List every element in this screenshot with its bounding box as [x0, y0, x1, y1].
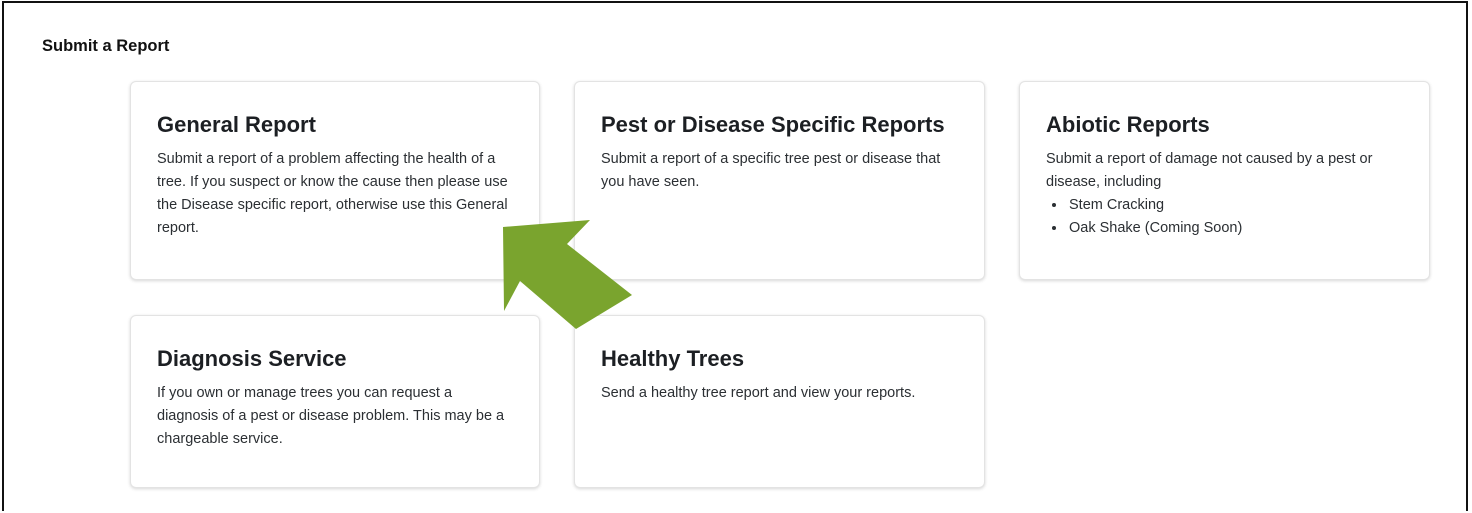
general-report-description: Submit a report of a problem affecting t…	[157, 151, 508, 236]
healthy-trees-description: Send a healthy tree report and view your…	[601, 385, 916, 401]
list-item: Oak Shake (Coming Soon)	[1067, 217, 1403, 240]
healthy-trees-card[interactable]: Healthy Trees Send a healthy tree report…	[574, 315, 985, 488]
diagnosis-service-description: If you own or manage trees you can reque…	[157, 385, 505, 447]
pest-disease-report-card[interactable]: Pest or Disease Specific Reports Submit …	[574, 81, 985, 280]
abiotic-reports-card[interactable]: Abiotic Reports Submit a report of damag…	[1019, 81, 1430, 280]
general-report-title: General Report	[157, 112, 316, 137]
healthy-trees-title: Healthy Trees	[601, 346, 745, 371]
page-title: Submit a Report	[42, 37, 170, 55]
general-report-card[interactable]: General Report Submit a report of a prob…	[130, 81, 540, 280]
list-item: Stem Cracking	[1067, 194, 1403, 217]
pest-disease-report-description: Submit a report of a specific tree pest …	[601, 151, 941, 190]
abiotic-reports-description: Submit a report of damage not caused by …	[1046, 151, 1373, 190]
diagnosis-service-title: Diagnosis Service	[157, 346, 347, 371]
pest-disease-report-title: Pest or Disease Specific Reports	[601, 112, 945, 137]
abiotic-reports-title: Abiotic Reports	[1046, 112, 1210, 137]
abiotic-reports-list: Stem Cracking Oak Shake (Coming Soon)	[1046, 194, 1403, 240]
diagnosis-service-card[interactable]: Diagnosis Service If you own or manage t…	[130, 315, 540, 488]
